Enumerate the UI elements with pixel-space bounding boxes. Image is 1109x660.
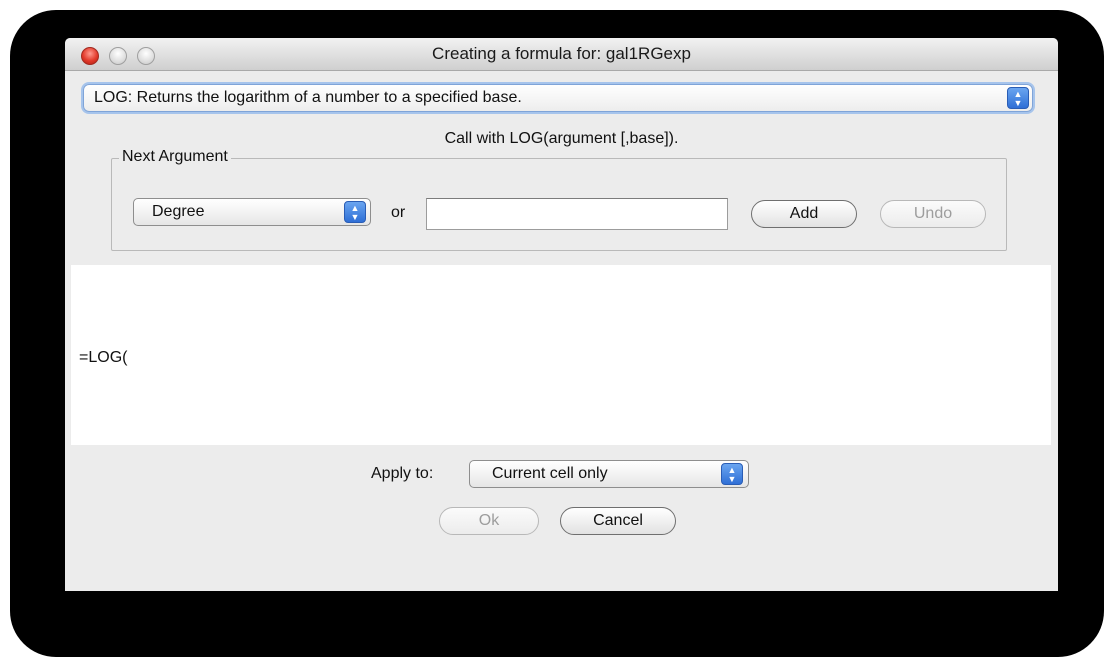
formula-text: =LOG( [79, 349, 128, 366]
function-select[interactable]: LOG: Returns the logarithm of a number t… [83, 84, 1033, 112]
ok-button[interactable]: Ok [439, 507, 539, 535]
apply-to-label: Apply to: [371, 465, 434, 482]
up-down-arrows-icon[interactable]: ▲ ▼ [344, 201, 366, 223]
up-down-arrows-icon[interactable]: ▲ ▼ [1007, 87, 1029, 109]
window-title: Creating a formula for: gal1RGexp [432, 44, 691, 63]
column-select-value: Degree [152, 203, 205, 220]
argument-value-input[interactable] [426, 198, 728, 230]
column-select[interactable]: Degree ▲ ▼ [133, 198, 371, 226]
apply-to-select-value: Current cell only [492, 465, 608, 482]
call-syntax-hint: Call with LOG(argument [,base]). [444, 130, 679, 147]
next-argument-label: Next Argument [119, 148, 231, 166]
formula-preview[interactable]: =LOG( [71, 265, 1051, 445]
formula-dialog: Creating a formula for: gal1RGexp LOG: R… [65, 38, 1058, 591]
up-down-arrows-icon[interactable]: ▲ ▼ [721, 463, 743, 485]
title-bar[interactable]: Creating a formula for: gal1RGexp [65, 38, 1058, 71]
undo-button[interactable]: Undo [880, 200, 986, 228]
cancel-button[interactable]: Cancel [560, 507, 676, 535]
or-label: or [391, 204, 406, 221]
apply-to-select[interactable]: Current cell only ▲ ▼ [469, 460, 749, 488]
function-select-value: LOG: Returns the logarithm of a number t… [94, 89, 522, 106]
add-button[interactable]: Add [751, 200, 857, 228]
